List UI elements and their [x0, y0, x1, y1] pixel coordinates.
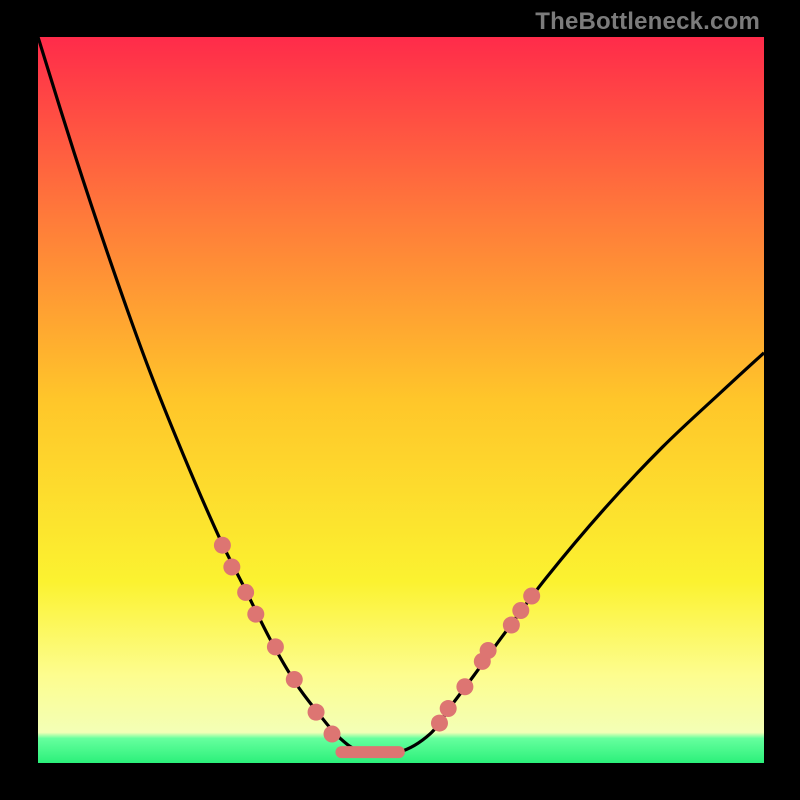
curve-marker [480, 642, 497, 659]
chart-stage: TheBottleneck.com [0, 0, 800, 800]
curve-marker [286, 671, 303, 688]
watermark-text: TheBottleneck.com [535, 8, 760, 36]
curve-marker [223, 558, 240, 575]
curve-marker [431, 715, 448, 732]
curve-marker [440, 700, 457, 717]
curve-marker [523, 588, 540, 605]
curve-marker [237, 584, 254, 601]
curve-markers [214, 537, 540, 743]
curve-marker [324, 725, 341, 742]
plot-area [38, 37, 764, 763]
curve-marker [247, 606, 264, 623]
curve-path [38, 37, 764, 754]
curve-marker [267, 638, 284, 655]
bottleneck-curve [38, 37, 764, 763]
curve-marker [456, 678, 473, 695]
curve-marker [503, 617, 520, 634]
curve-marker [512, 602, 529, 619]
curve-marker [214, 537, 231, 554]
curve-marker [308, 704, 325, 721]
